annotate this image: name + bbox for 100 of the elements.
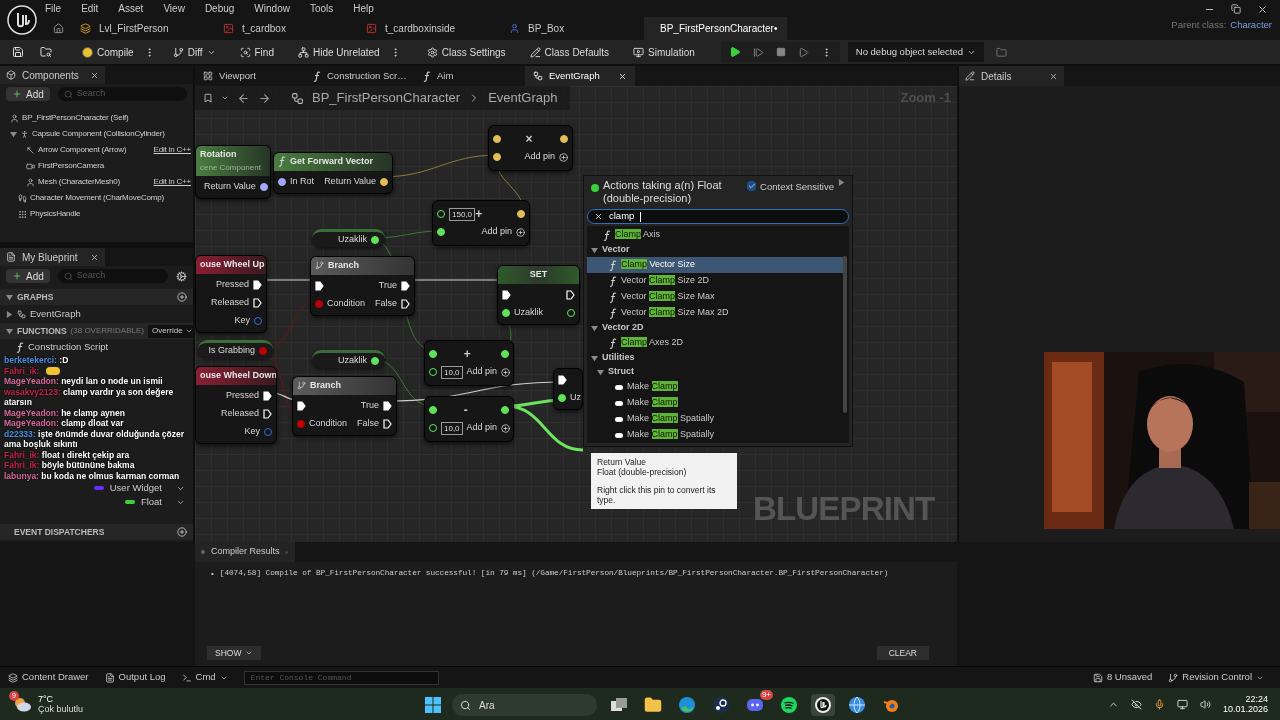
add-button[interactable]: Add <box>6 87 50 101</box>
category-header[interactable]: Utilities <box>587 351 843 365</box>
toolbar-button[interactable]: Class Settings <box>420 42 512 62</box>
forward-icon[interactable] <box>258 91 271 105</box>
cmd-dropdown[interactable]: Cmd <box>181 670 228 685</box>
bookmark-icon[interactable] <box>203 93 213 103</box>
tree-item[interactable]: FirstPersonCamera <box>38 160 104 172</box>
status-button[interactable]: Output Log <box>104 670 166 685</box>
tree-item[interactable]: Mesh (CharacterMesh0) <box>38 176 121 188</box>
action-item[interactable]: Make Clamp Spatially <box>587 427 843 443</box>
document-tab[interactable]: Lvl_FirstPerson <box>72 17 215 40</box>
edit-link[interactable]: Edit in C++ <box>153 176 191 188</box>
restore-icon[interactable] <box>1231 4 1241 14</box>
chat-app-icon[interactable] <box>746 696 764 714</box>
status-button[interactable]: Content Drawer <box>8 670 89 685</box>
action-item[interactable]: Make Clamp <box>587 395 843 411</box>
graph-tab[interactable]: Viewport <box>195 66 305 86</box>
folder-icon[interactable] <box>644 696 662 714</box>
scrollbar-thumb[interactable] <box>843 256 847 413</box>
action-item[interactable]: Clamp Axis <box>587 227 843 243</box>
toolbar-button[interactable]: Hide Unrelated <box>291 42 386 62</box>
action-item[interactable]: Clamp Vector Size <box>587 257 843 273</box>
document-tab[interactable]: t_cardboxinside <box>358 17 501 40</box>
volume-icon[interactable] <box>1199 698 1211 710</box>
task-view-icon[interactable] <box>610 697 628 713</box>
close-icon[interactable] <box>90 252 99 262</box>
play-icon[interactable] <box>728 46 741 58</box>
toolbar-button[interactable]: Diff <box>166 42 222 62</box>
clear-button[interactable]: CLEAR <box>876 646 929 660</box>
function-item[interactable]: Construction Script <box>28 339 109 355</box>
breadcrumb-item[interactable]: BP_FirstPersonCharacter <box>312 88 461 108</box>
search-field[interactable]: clamp <box>587 209 849 224</box>
game-launcher-icon[interactable] <box>712 696 730 714</box>
action-item[interactable]: Make Clamp <box>587 379 843 395</box>
expand-arrow-icon[interactable] <box>591 324 598 332</box>
add-icon[interactable] <box>177 292 187 302</box>
document-tab[interactable]: BP_Box <box>501 17 644 40</box>
menu-item[interactable]: File <box>45 1 62 16</box>
value-field[interactable]: 10,0 <box>441 365 463 379</box>
collapse-arrow-icon[interactable] <box>838 179 845 186</box>
show-button[interactable]: SHOW <box>207 646 262 660</box>
settings-icon[interactable] <box>176 270 187 282</box>
menu-item[interactable]: Debug <box>204 1 235 16</box>
menu-item[interactable]: View <box>163 1 185 16</box>
home-icon[interactable] <box>52 23 64 34</box>
section-header[interactable]: GRAPHS <box>17 290 54 304</box>
action-item[interactable]: Make Clamp Spatially <box>587 411 843 427</box>
back-icon[interactable] <box>237 91 250 105</box>
status-button[interactable]: Revision Control <box>1168 670 1264 685</box>
context-checkbox[interactable] <box>747 181 757 191</box>
tree-item[interactable]: Capsule Component (CollisionCylinder) <box>32 128 165 140</box>
category-header[interactable]: Vector <box>587 243 843 257</box>
action-item[interactable]: Clamp Axes 2D <box>587 335 843 351</box>
stop-icon[interactable] <box>775 47 786 57</box>
add-pin-button[interactable]: Add pin <box>466 365 511 379</box>
menu-item[interactable]: Edit <box>81 1 99 16</box>
start-icon[interactable] <box>424 696 442 714</box>
section-header[interactable]: FUNCTIONS <box>17 324 67 338</box>
value-field[interactable]: 10,0 <box>441 421 463 435</box>
graph-item[interactable]: EventGraph <box>30 306 81 322</box>
save-icon[interactable] <box>12 46 24 58</box>
close-icon[interactable] <box>1257 4 1268 15</box>
edit-link[interactable]: Edit in C++ <box>153 144 191 156</box>
browser-icon[interactable] <box>678 696 696 714</box>
toolbar-button[interactable]: Compile <box>76 42 140 62</box>
search-field[interactable]: Ara <box>452 694 597 716</box>
add-button[interactable]: Add <box>6 269 50 283</box>
hidden-icon[interactable] <box>1130 698 1142 710</box>
microphone-icon[interactable] <box>1153 698 1165 710</box>
graph-tab[interactable]: EventGraph <box>525 66 635 86</box>
expand-arrow-icon[interactable] <box>10 130 17 138</box>
add-icon[interactable] <box>177 527 187 537</box>
debug-object-dropdown[interactable]: No debug object selected <box>847 42 984 62</box>
category-header[interactable]: Vector 2D <box>587 321 843 335</box>
collapse-arrow-icon[interactable] <box>6 310 13 318</box>
category-header[interactable]: Struct <box>587 365 843 379</box>
globe-icon[interactable] <box>848 696 866 714</box>
close-icon[interactable] <box>90 70 99 80</box>
value-field[interactable]: 150,0 <box>449 207 476 221</box>
add-pin-button[interactable]: Add pin <box>466 421 511 435</box>
document-tab[interactable]: t_cardbox <box>215 17 358 40</box>
graph-tab[interactable]: Aim <box>415 66 525 86</box>
menu-item[interactable]: Window <box>254 1 290 16</box>
clear-icon[interactable] <box>594 212 603 221</box>
expand-arrow-icon[interactable] <box>6 293 13 301</box>
tree-item[interactable]: BP_FirstPersonCharacter (Self) <box>22 112 129 124</box>
step-icon[interactable] <box>752 46 764 58</box>
tree-item[interactable]: Character Movement (CharMoveComp) <box>30 192 164 204</box>
variable-type[interactable]: Float <box>140 494 162 510</box>
add-pin-button[interactable]: Add pin <box>524 150 568 164</box>
action-item[interactable]: Vector Clamp Size Max <box>587 289 843 305</box>
engine-icon[interactable] <box>814 696 832 714</box>
display-icon[interactable] <box>1176 698 1188 710</box>
tree-item[interactable]: Arrow Component (Arrow) <box>38 144 127 156</box>
toolbar-button[interactable]: Simulation <box>627 42 701 62</box>
action-item[interactable]: Vector Clamp Size Max 2D <box>587 305 843 321</box>
toolbar-button[interactable]: Class Defaults <box>523 42 616 62</box>
add-pin-button[interactable]: Add pin <box>481 225 525 239</box>
document-tab[interactable]: BP_FirstPersonCharacter• <box>644 17 787 40</box>
expand-arrow-icon[interactable] <box>6 327 13 335</box>
